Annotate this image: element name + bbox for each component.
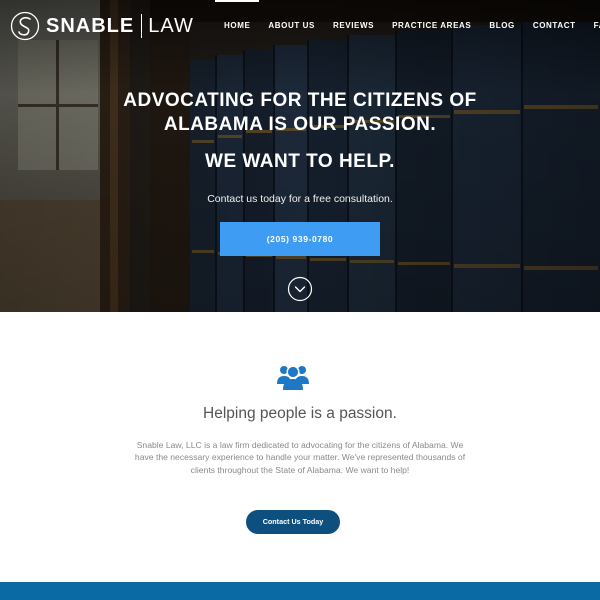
brand-name: SNABLE — [46, 14, 143, 38]
about-section: Helping people is a passion. Snable Law,… — [0, 312, 600, 582]
chevron-down-circle-icon[interactable] — [287, 276, 313, 302]
call-phone-button[interactable]: (205) 939-0780 — [220, 222, 380, 256]
nav-item-home[interactable]: HOME — [215, 0, 260, 52]
hero-tagline: Contact us today for a free consultation… — [207, 193, 393, 205]
nav-item-about-us[interactable]: ABOUT US — [259, 0, 324, 52]
nav-item-reviews[interactable]: REVIEWS — [324, 0, 383, 52]
nav-item-contact[interactable]: CONTACT — [524, 0, 585, 52]
brand-logo[interactable]: SNABLE LAW — [10, 10, 194, 42]
about-title: Helping people is a passion. — [203, 405, 397, 422]
about-body: Snable Law, LLC is a law firm dedicated … — [134, 440, 466, 475]
brand-suffix: LAW — [148, 15, 194, 37]
people-group-icon — [277, 365, 309, 390]
main-nav: HOME ABOUT US REVIEWS PRACTICE AREAS BLO… — [215, 0, 600, 52]
nav-item-faqs[interactable]: FAQ'S — [585, 0, 600, 52]
snable-monogram-icon — [10, 11, 40, 41]
nav-item-blog[interactable]: BLOG — [480, 0, 524, 52]
hero-headline: ADVOCATING FOR THE CITIZENS OF ALABAMA I… — [123, 90, 477, 135]
footer-bar — [0, 582, 600, 600]
hero-subhead: WE WANT TO HELP. — [205, 151, 395, 172]
nav-item-practice-areas[interactable]: PRACTICE AREAS — [383, 0, 480, 52]
contact-us-button[interactable]: Contact Us Today — [246, 510, 340, 534]
hero-section: SNABLE LAW HOME ABOUT US REVIEWS PRACTIC… — [0, 0, 600, 312]
